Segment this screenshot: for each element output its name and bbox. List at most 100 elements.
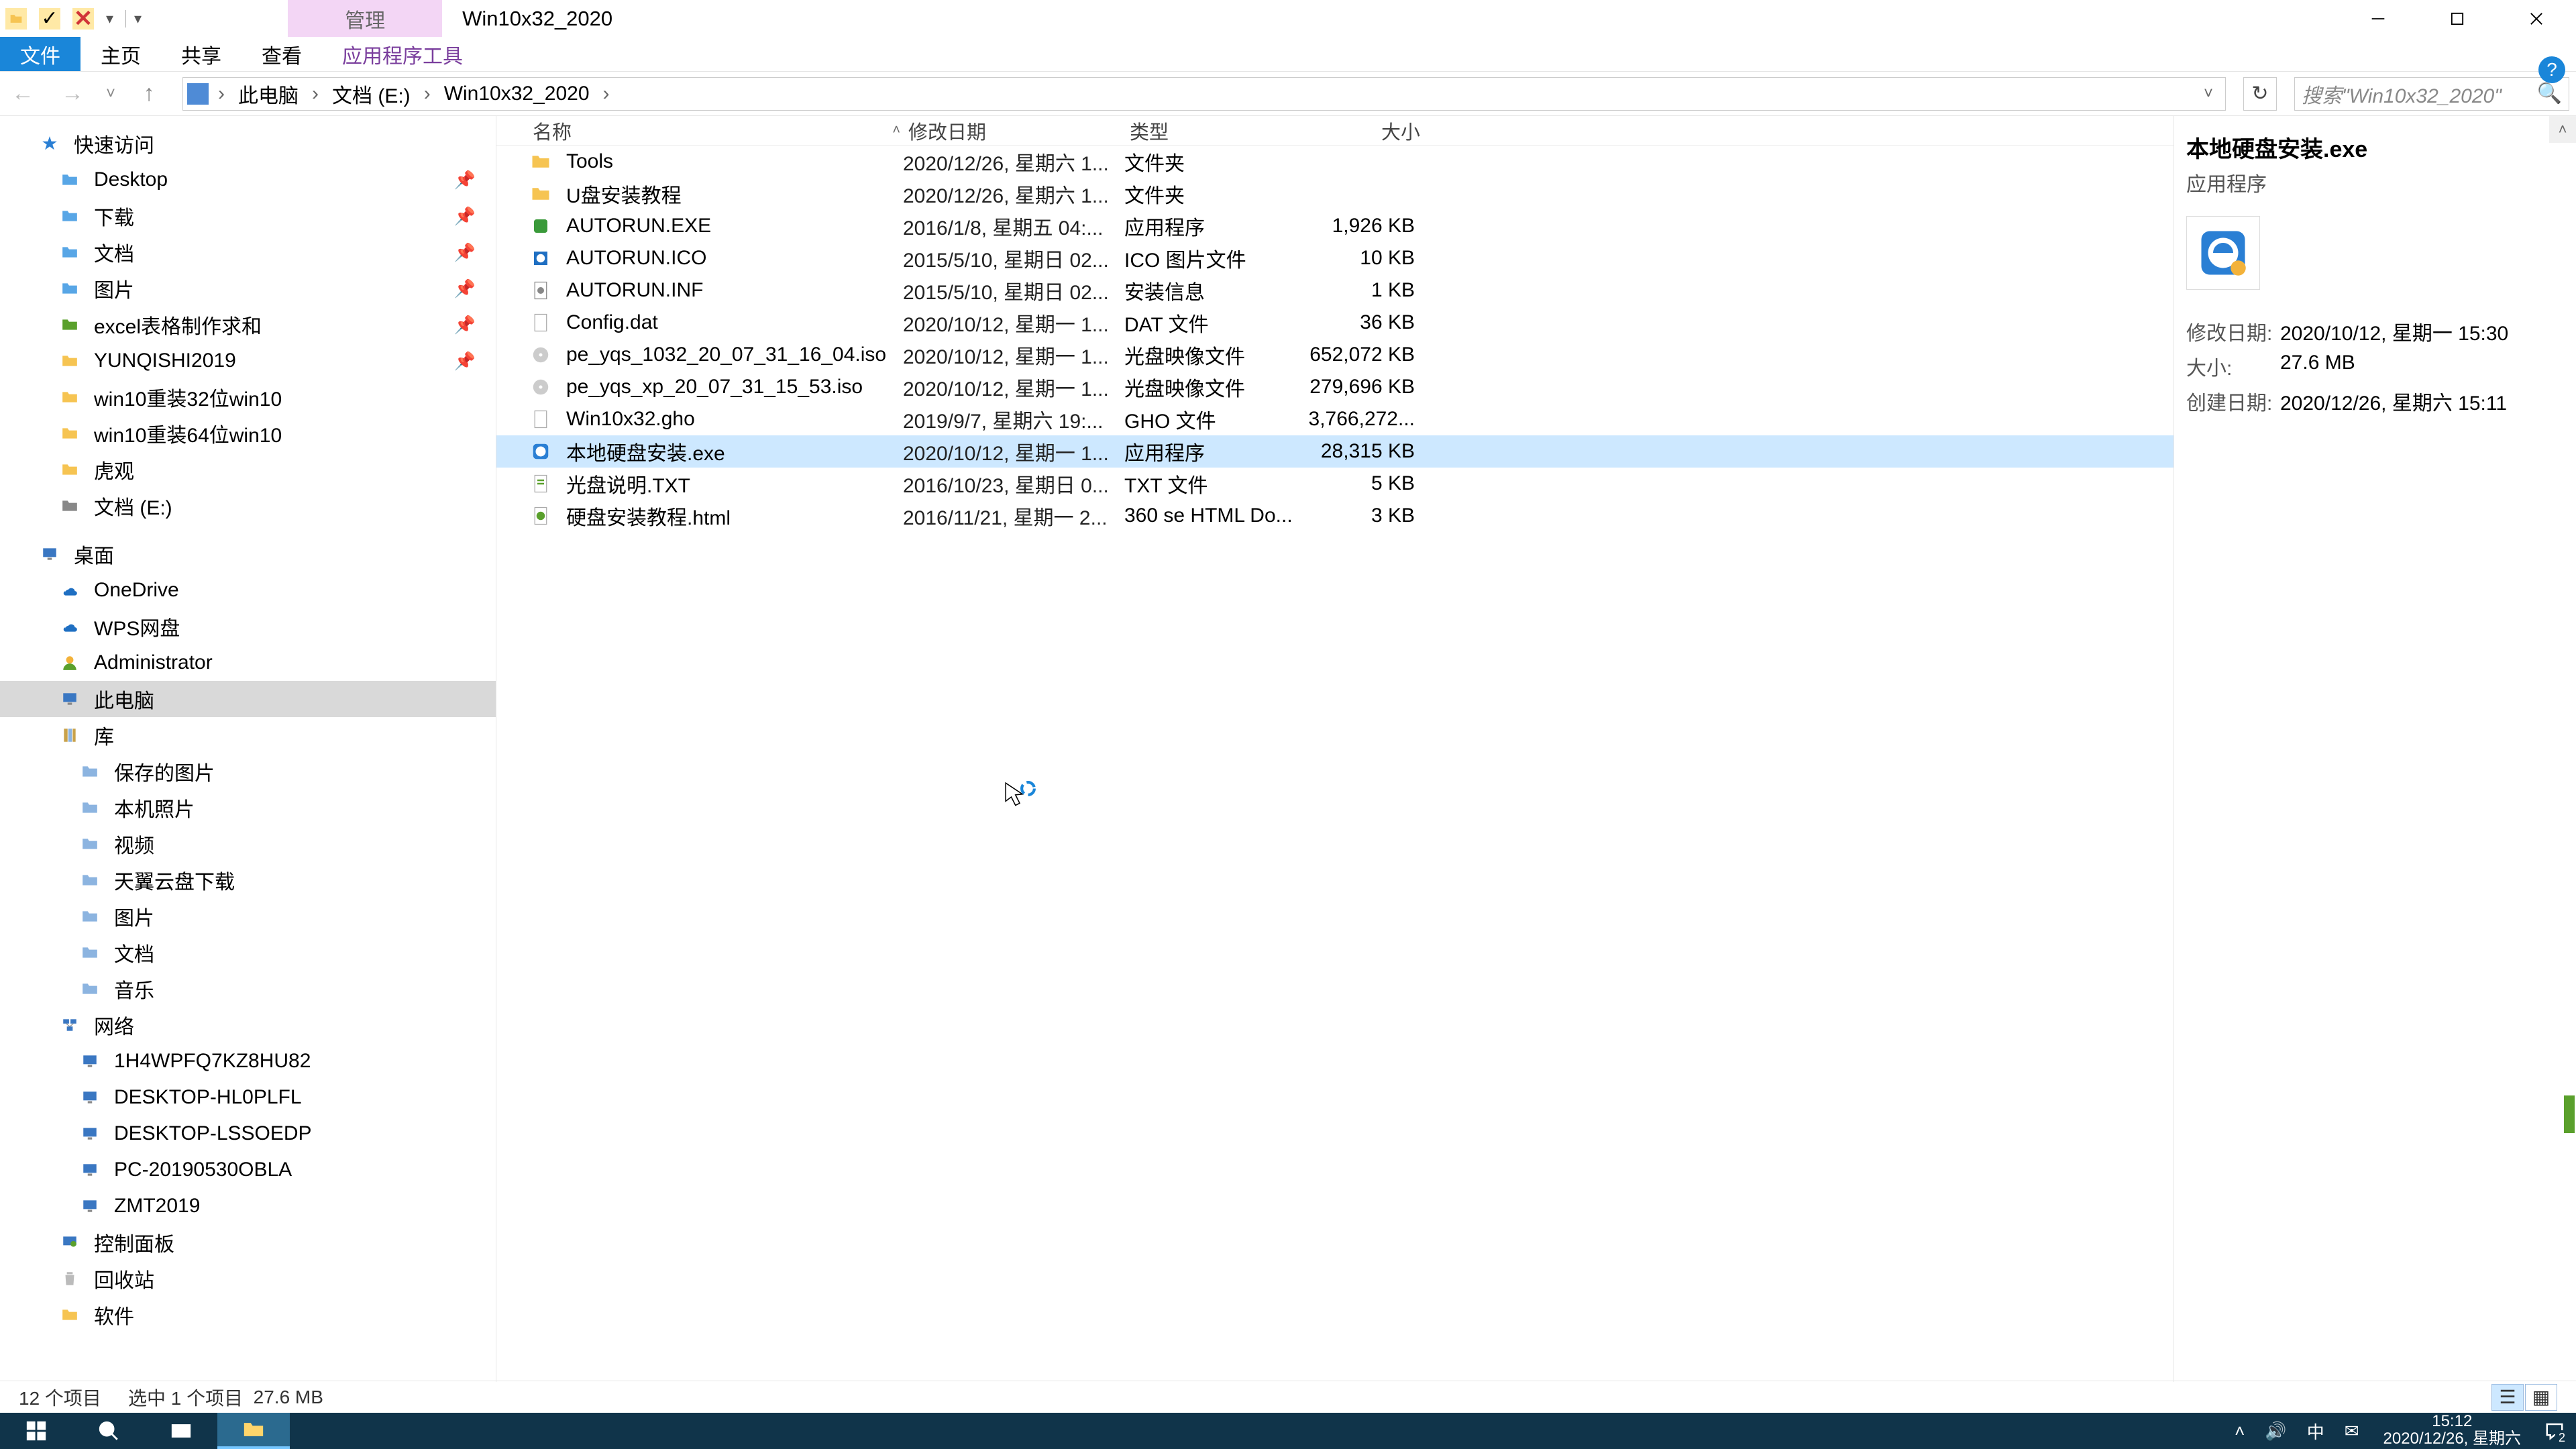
nav-item[interactable]: win10重装64位win10 <box>0 415 496 451</box>
file-row[interactable]: Tools2020/12/26, 星期六 1...文件夹 <box>496 146 2174 178</box>
nav-item[interactable]: 此电脑 <box>0 681 496 717</box>
nav-back-button[interactable]: ← <box>7 80 39 107</box>
nav-item[interactable]: 回收站 <box>0 1260 496 1297</box>
chevron-right-icon[interactable]: › <box>596 83 616 105</box>
taskbar-clock[interactable]: 15:12 2020/12/26, 星期六 <box>2371 1413 2533 1449</box>
search-icon[interactable]: 🔍 <box>2537 82 2562 105</box>
start-button[interactable] <box>0 1413 72 1449</box>
file-row[interactable]: AUTORUN.INF2015/5/10, 星期日 02...安装信息1 KB <box>496 274 2174 307</box>
nav-item[interactable]: 本机照片 <box>0 790 496 826</box>
file-row[interactable]: 光盘说明.TXT2016/10/23, 星期日 0...TXT 文件5 KB <box>496 468 2174 500</box>
nav-item[interactable]: ZMT2019 <box>0 1188 496 1224</box>
nav-icon <box>78 1196 102 1216</box>
file-row[interactable]: 本地硬盘安装.exe2020/10/12, 星期一 1...应用程序28,315… <box>496 435 2174 468</box>
file-row[interactable]: pe_yqs_xp_20_07_31_15_53.iso2020/10/12, … <box>496 371 2174 403</box>
pin-icon[interactable]: ✓ <box>39 8 60 30</box>
ime-indicator[interactable]: 中 <box>2307 1419 2324 1444</box>
col-name[interactable]: 名称˄ <box>529 117 904 145</box>
nav-item[interactable]: 图片📌 <box>0 270 496 307</box>
file-row[interactable]: pe_yqs_1032_20_07_31_16_04.iso2020/10/12… <box>496 339 2174 371</box>
taskbar-search-button[interactable] <box>72 1413 145 1449</box>
chevron-right-icon[interactable]: › <box>305 83 325 105</box>
nav-item[interactable]: 保存的图片 <box>0 753 496 790</box>
nav-item[interactable]: 文档📌 <box>0 234 496 270</box>
col-size[interactable]: 大小 <box>1303 117 1424 145</box>
nav-item[interactable]: win10重装32位win10 <box>0 379 496 415</box>
file-row[interactable]: AUTORUN.EXE2016/1/8, 星期五 04:...应用程序1,926… <box>496 210 2174 242</box>
chevron-right-icon[interactable]: › <box>211 83 231 105</box>
sort-asc-icon: ˄ <box>892 123 900 138</box>
nav-item[interactable]: 文档 <box>0 934 496 971</box>
ime-mode-icon[interactable]: ✉ <box>2345 1421 2359 1442</box>
address-dropdown-icon[interactable]: ˅ <box>2196 85 2221 103</box>
nav-item[interactable]: 音乐 <box>0 971 496 1007</box>
crumb-thispc[interactable]: 此电脑 <box>231 79 305 109</box>
nav-item[interactable]: OneDrive <box>0 572 496 608</box>
nav-item[interactable]: Administrator <box>0 645 496 681</box>
chevron-right-icon[interactable]: › <box>417 83 437 105</box>
tray-overflow-icon[interactable]: ˄ <box>2235 1421 2245 1442</box>
maximize-button[interactable] <box>2418 0 2497 37</box>
col-type[interactable]: 类型 <box>1126 117 1303 145</box>
nav-item[interactable]: 下载📌 <box>0 198 496 234</box>
nav-icon <box>58 460 82 480</box>
nav-item[interactable]: 视频 <box>0 826 496 862</box>
details-pane: 本地硬盘安装.exe 应用程序 修改日期:2020/10/12, 星期一 15:… <box>2174 116 2576 1382</box>
nav-label: 本机照片 <box>114 793 195 822</box>
qat-dropdown-icon[interactable]: ▾ <box>106 10 113 28</box>
nav-item[interactable]: 虎观 <box>0 451 496 488</box>
nav-item[interactable]: 文档 (E:) <box>0 488 496 524</box>
nav-recent-dropdown[interactable]: ˅ <box>106 85 115 103</box>
scrollbar[interactable]: ˄ <box>2549 116 2576 1382</box>
nav-item[interactable]: 网络 <box>0 1007 496 1043</box>
contextual-tab-manage[interactable]: 管理 <box>288 0 442 37</box>
nav-item[interactable]: 软件 <box>0 1297 496 1333</box>
search-input[interactable]: 搜索"Win10x32_2020" 🔍 <box>2294 77 2569 111</box>
nav-item[interactable]: 1H4WPFQ7KZ8HU82 <box>0 1043 496 1079</box>
file-row[interactable]: U盘安装教程2020/12/26, 星期六 1...文件夹 <box>496 178 2174 210</box>
file-row[interactable]: Win10x32.gho2019/9/7, 星期六 19:...GHO 文件3,… <box>496 403 2174 435</box>
close-button[interactable] <box>2497 0 2576 37</box>
tab-view[interactable]: 查看 <box>241 37 322 71</box>
tab-file[interactable]: 文件 <box>0 37 80 71</box>
view-details-button[interactable]: ☰ <box>2491 1384 2524 1411</box>
nav-item[interactable]: 桌面 <box>0 536 496 572</box>
nav-item[interactable]: WPS网盘 <box>0 608 496 645</box>
taskbar-explorer-button[interactable] <box>217 1413 290 1449</box>
file-row[interactable]: AUTORUN.ICO2015/5/10, 星期日 02...ICO 图片文件1… <box>496 242 2174 274</box>
minimize-button[interactable] <box>2339 0 2418 37</box>
volume-icon[interactable]: 🔊 <box>2265 1421 2286 1442</box>
file-type: 光盘映像文件 <box>1124 372 1302 402</box>
file-row[interactable]: 硬盘安装教程.html2016/11/21, 星期一 2...360 se HT… <box>496 500 2174 532</box>
file-row[interactable]: Config.dat2020/10/12, 星期一 1...DAT 文件36 K… <box>496 307 2174 339</box>
scroll-up-icon[interactable]: ˄ <box>2549 116 2576 143</box>
col-date[interactable]: 修改日期 <box>904 117 1126 145</box>
nav-item[interactable]: 天翼云盘下载 <box>0 862 496 898</box>
nav-item[interactable]: 控制面板 <box>0 1224 496 1260</box>
breadcrumb-bar[interactable]: › 此电脑 › 文档 (E:) › Win10x32_2020 › ˅ <box>182 77 2226 111</box>
crumb-drive[interactable]: 文档 (E:) <box>325 79 417 109</box>
nav-item[interactable]: 库 <box>0 717 496 753</box>
nav-item[interactable]: excel表格制作求和📌 <box>0 307 496 343</box>
file-type: 360 se HTML Do... <box>1124 504 1302 527</box>
file-type: DAT 文件 <box>1124 308 1302 337</box>
nav-item[interactable]: Desktop📌 <box>0 162 496 198</box>
crumb-folder[interactable]: Win10x32_2020 <box>437 83 596 105</box>
view-thumbnails-button[interactable]: ▦ <box>2525 1384 2557 1411</box>
nav-forward-button[interactable]: → <box>56 80 89 107</box>
tab-app-tools[interactable]: 应用程序工具 <box>322 37 483 71</box>
nav-item[interactable]: DESKTOP-HL0PLFL <box>0 1079 496 1116</box>
nav-item[interactable]: 快速访问 <box>0 125 496 162</box>
nav-item[interactable]: YUNQISHI2019📌 <box>0 343 496 379</box>
qat-close-icon[interactable]: ✕ <box>72 8 94 30</box>
nav-item[interactable]: DESKTOP-LSSOEDP <box>0 1116 496 1152</box>
nav-up-button[interactable]: ↑ <box>133 80 165 107</box>
task-view-button[interactable] <box>145 1413 217 1449</box>
tab-share[interactable]: 共享 <box>161 37 241 71</box>
nav-item[interactable]: PC-20190530OBLA <box>0 1152 496 1188</box>
refresh-button[interactable]: ↻ <box>2243 77 2277 111</box>
nav-item[interactable]: 图片 <box>0 898 496 934</box>
action-center-button[interactable]: 2 <box>2533 1413 2576 1449</box>
tab-home[interactable]: 主页 <box>80 37 161 71</box>
help-button[interactable]: ? <box>2538 56 2565 83</box>
